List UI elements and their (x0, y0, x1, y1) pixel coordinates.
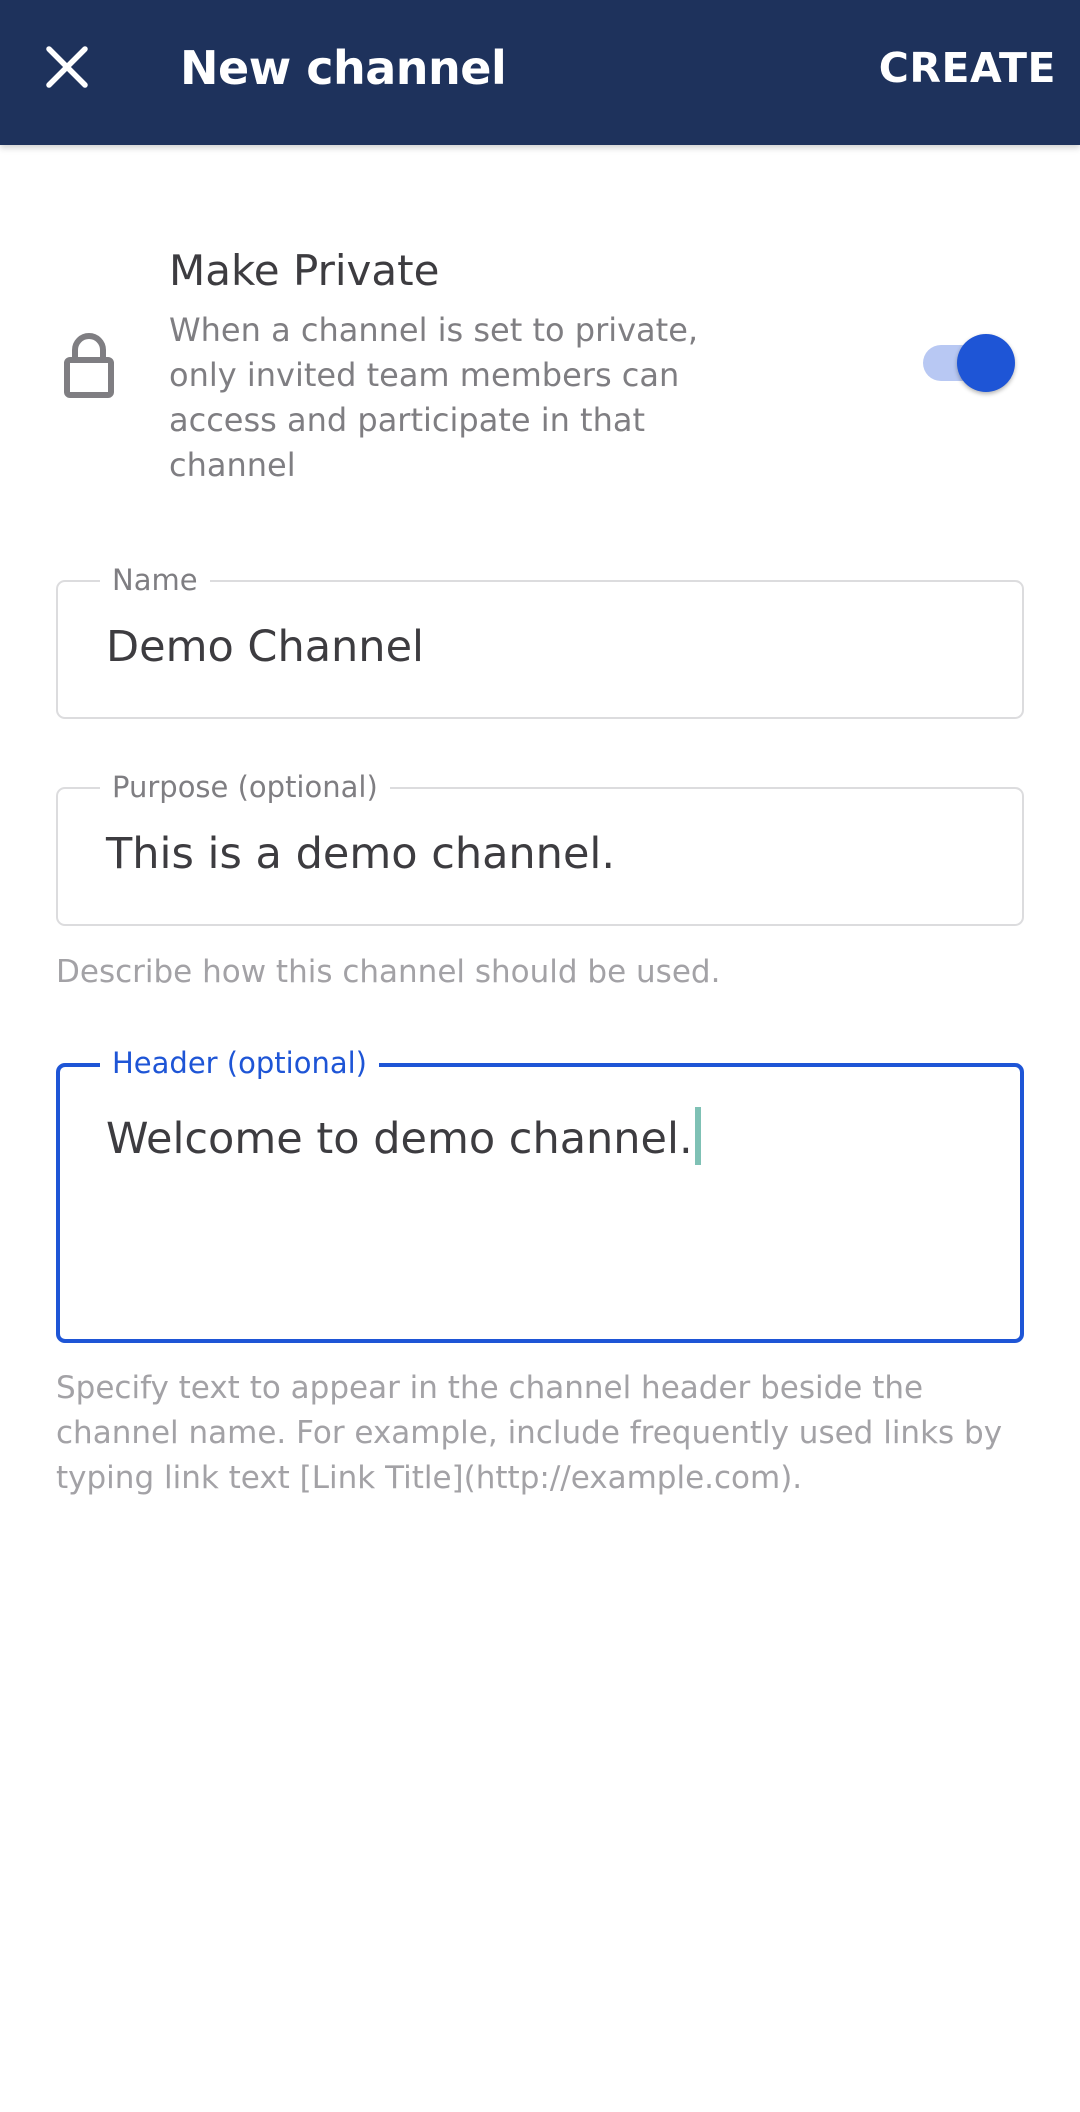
make-private-row[interactable]: Make Private When a channel is set to pr… (0, 230, 1080, 500)
app-bar: New channel CREATE (0, 0, 1080, 145)
text-cursor (694, 1107, 701, 1165)
toggle-thumb (957, 334, 1015, 392)
header-field-value: Welcome to demo channel. (106, 1114, 693, 1164)
name-field-value: Demo Channel (106, 622, 424, 672)
purpose-field-value: This is a demo channel. (106, 829, 616, 879)
name-field-label: Name (100, 562, 210, 598)
purpose-help-text: Describe how this channel should be used… (56, 954, 721, 990)
lock-icon (64, 333, 114, 398)
header-field-label: Header (optional) (100, 1045, 379, 1081)
header-field[interactable]: Header (optional) Welcome to demo channe… (56, 1045, 1024, 1343)
header-field-value-wrap: Welcome to demo channel. (106, 1107, 701, 1165)
make-private-toggle[interactable] (921, 334, 1015, 392)
header-help-text: Specify text to appear in the channel he… (56, 1370, 1003, 1496)
make-private-description: When a channel is set to private, only i… (169, 311, 699, 484)
make-private-title: Make Private (169, 246, 440, 295)
name-field[interactable]: Name Demo Channel (56, 562, 1024, 719)
purpose-field[interactable]: Purpose (optional) This is a demo channe… (56, 769, 1024, 926)
purpose-field-label: Purpose (optional) (100, 769, 390, 805)
close-button[interactable] (30, 30, 104, 104)
page-title: New channel (180, 41, 507, 95)
close-icon (46, 46, 88, 88)
create-button[interactable]: CREATE (879, 0, 1056, 140)
